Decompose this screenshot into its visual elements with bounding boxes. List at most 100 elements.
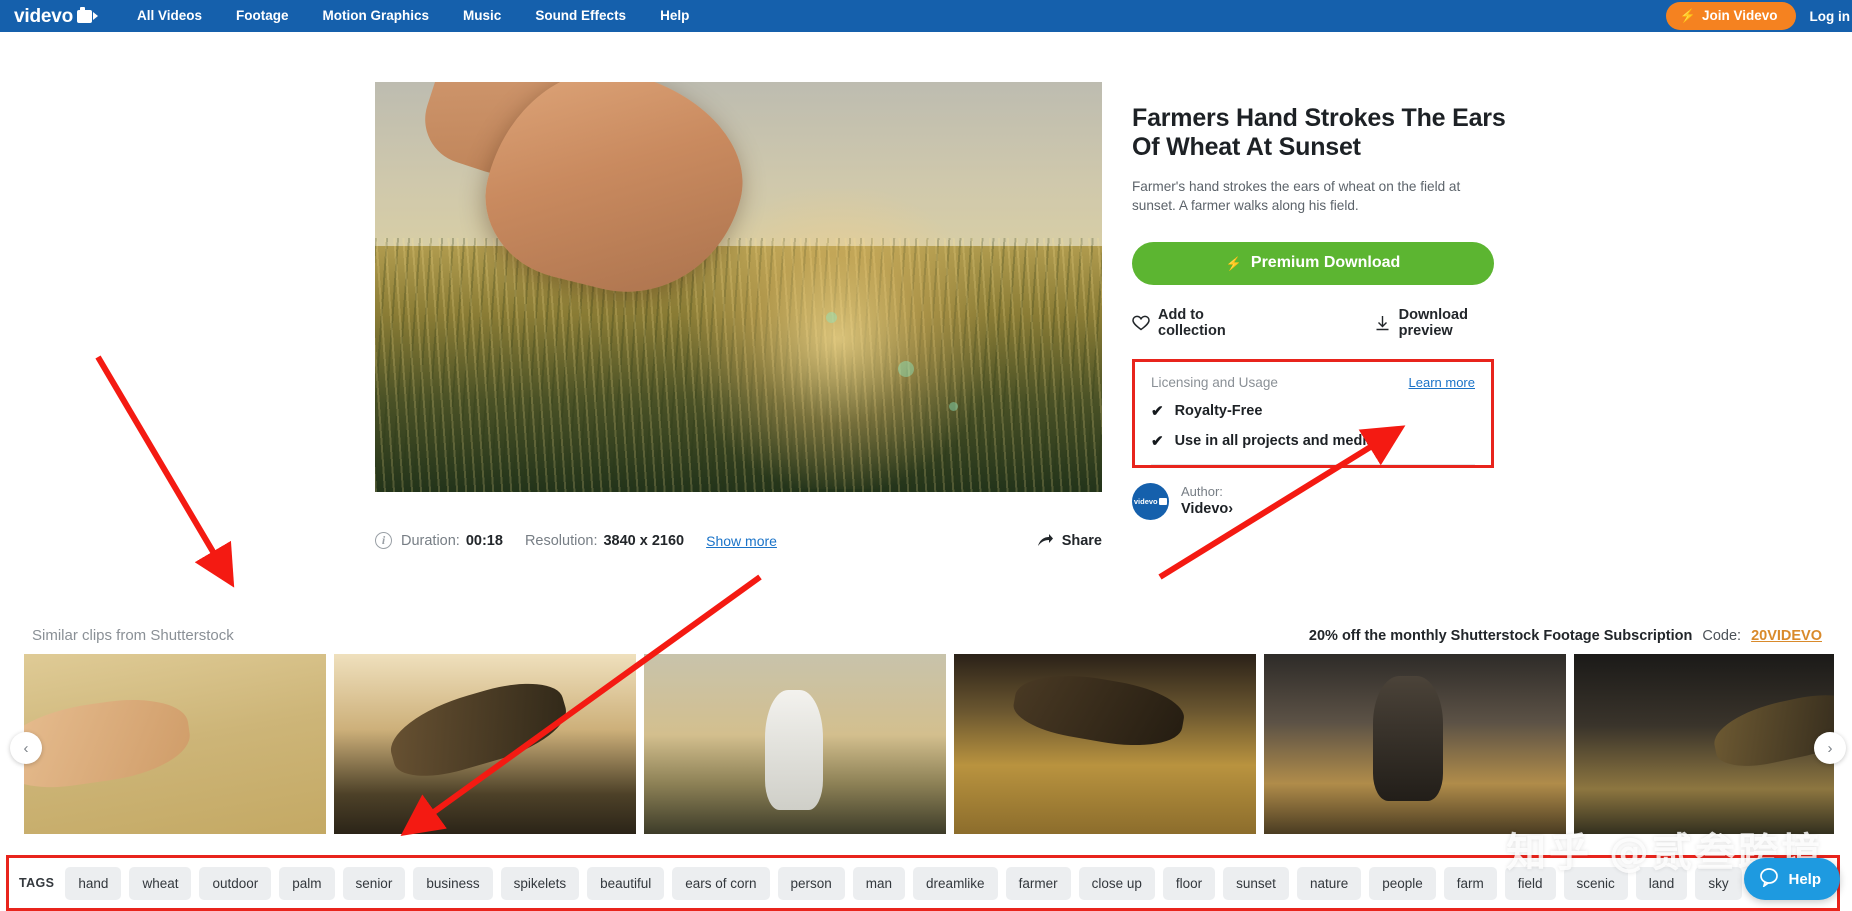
tag-item[interactable]: sky [1695, 867, 1741, 900]
lightning-bolt-icon: ⚡ [1680, 9, 1696, 22]
tag-item[interactable]: farmer [1006, 867, 1071, 900]
avatar-text: videvo [1134, 497, 1158, 506]
video-preview[interactable] [375, 82, 1102, 492]
lightning-bolt-icon: ⚡ [1226, 257, 1242, 270]
duration-value: 00:18 [466, 533, 503, 549]
videvo-avatar-icon: videvo [1132, 483, 1169, 520]
tag-item[interactable]: field [1505, 867, 1556, 900]
page-body: i Duration: 00:18 Resolution: 3840 x 216… [0, 32, 1852, 883]
tag-item[interactable]: people [1369, 867, 1436, 900]
similar-clip-thumbnail[interactable] [1574, 654, 1834, 834]
license-header: Licensing and Usage Learn more [1151, 375, 1475, 390]
tag-item[interactable]: person [778, 867, 845, 900]
login-link[interactable]: Log in [1810, 9, 1852, 24]
promo-code-label: Code: [1702, 628, 1741, 644]
license-heading: Licensing and Usage [1151, 375, 1278, 390]
tag-item[interactable]: farm [1444, 867, 1497, 900]
tag-item[interactable]: man [853, 867, 905, 900]
author-name[interactable]: Videvo› [1181, 500, 1233, 518]
tag-item[interactable]: scenic [1564, 867, 1628, 900]
tag-item[interactable]: wheat [129, 867, 191, 900]
tag-item[interactable]: business [413, 867, 492, 900]
shutterstock-promo: 20% off the monthly Shutterstock Footage… [1309, 628, 1822, 644]
video-metadata-row: i Duration: 00:18 Resolution: 3840 x 216… [375, 532, 1102, 549]
share-button[interactable]: Share [1037, 533, 1102, 549]
similar-clips-carousel[interactable] [24, 654, 1834, 834]
carousel-next-button[interactable]: › [1814, 732, 1846, 764]
similar-clip-thumbnail[interactable] [24, 654, 326, 834]
join-videvo-button[interactable]: ⚡ Join Videvo [1666, 2, 1796, 30]
nav-item-motion-graphics[interactable]: Motion Graphics [306, 0, 447, 32]
similar-clips-header: Similar clips from Shutterstock 20% off … [32, 627, 1822, 644]
video-camera-icon [77, 10, 98, 23]
page-title: Farmers Hand Strokes The Ears Of Wheat A… [1132, 104, 1506, 163]
download-arrow-icon [1375, 315, 1390, 331]
license-item: ✔ Use in all projects and media. [1151, 432, 1475, 450]
lens-flare-1 [826, 312, 837, 323]
clip-detail-panel: Farmers Hand Strokes The Ears Of Wheat A… [1132, 104, 1506, 520]
author-row[interactable]: videvo Author: Videvo› [1132, 483, 1506, 520]
tag-item[interactable]: spikelets [501, 867, 580, 900]
thumb-hand [382, 670, 574, 787]
help-button[interactable]: Help [1744, 858, 1840, 900]
tag-item[interactable]: hand [65, 867, 121, 900]
check-icon: ✔ [1151, 402, 1164, 420]
similar-clip-thumbnail[interactable] [954, 654, 1256, 834]
carousel-prev-button[interactable]: ‹ [10, 732, 42, 764]
download-preview-button[interactable]: Download preview [1375, 307, 1506, 339]
tag-item[interactable]: nature [1297, 867, 1361, 900]
tag-item[interactable]: beautiful [587, 867, 664, 900]
tag-item[interactable]: sunset [1223, 867, 1289, 900]
logo-text: videvo [14, 7, 73, 26]
similar-clip-thumbnail[interactable] [644, 654, 946, 834]
thumb-person [765, 690, 823, 810]
nav-item-footage[interactable]: Footage [219, 0, 306, 32]
show-more-link[interactable]: Show more [706, 533, 777, 549]
chevron-left-icon: ‹ [24, 740, 29, 757]
similar-clip-thumbnail[interactable] [1264, 654, 1566, 834]
duration-label: Duration: [401, 533, 460, 549]
share-label: Share [1062, 533, 1102, 549]
chevron-right-icon: › [1828, 740, 1833, 757]
chevron-right-icon: › [1228, 501, 1233, 517]
promo-code[interactable]: 20VIDEVO [1751, 628, 1822, 644]
premium-download-button[interactable]: ⚡ Premium Download [1132, 242, 1494, 285]
info-icon: i [375, 532, 392, 549]
resolution-value: 3840 x 2160 [603, 533, 684, 549]
tag-item[interactable]: close up [1079, 867, 1155, 900]
videvo-logo[interactable]: videvo [14, 7, 98, 26]
similar-clips-heading: Similar clips from Shutterstock [32, 627, 234, 644]
tag-item[interactable]: senior [343, 867, 406, 900]
license-item: ✔ Royalty-Free [1151, 402, 1475, 420]
clip-description: Farmer's hand strokes the ears of wheat … [1132, 177, 1506, 216]
tag-item[interactable]: outdoor [199, 867, 271, 900]
license-item-label: Use in all projects and media. [1175, 433, 1379, 449]
tags-bar: TAGS hand wheat outdoor palm senior busi… [6, 855, 1840, 911]
top-navigation-bar: videvo All Videos Footage Motion Graphic… [0, 0, 1852, 32]
thumb-hand [1709, 686, 1834, 774]
license-item-label: Royalty-Free [1175, 403, 1263, 419]
add-to-collection-button[interactable]: Add to collection [1132, 307, 1257, 339]
thumb-hand [24, 692, 194, 796]
resolution-label: Resolution: [525, 533, 598, 549]
check-icon: ✔ [1151, 432, 1164, 450]
promo-text: 20% off the monthly Shutterstock Footage… [1309, 628, 1692, 644]
tag-item[interactable]: ears of corn [672, 867, 769, 900]
similar-clip-thumbnail[interactable] [334, 654, 636, 834]
tag-item[interactable]: land [1636, 867, 1688, 900]
divider [1151, 464, 1475, 465]
add-to-collection-label: Add to collection [1158, 307, 1257, 339]
heart-icon [1132, 315, 1149, 331]
nav-item-music[interactable]: Music [446, 0, 518, 32]
learn-more-link[interactable]: Learn more [1409, 375, 1475, 390]
tag-item[interactable]: palm [279, 867, 334, 900]
nav-item-all-videos[interactable]: All Videos [120, 0, 219, 32]
author-label: Author: [1181, 484, 1233, 500]
licensing-and-usage-box: Licensing and Usage Learn more ✔ Royalty… [1132, 359, 1494, 468]
tags-label: TAGS [19, 876, 54, 890]
join-videvo-label: Join Videvo [1702, 8, 1778, 23]
tag-item[interactable]: dreamlike [913, 867, 998, 900]
nav-item-help[interactable]: Help [643, 0, 706, 32]
tag-item[interactable]: floor [1163, 867, 1215, 900]
nav-item-sound-effects[interactable]: Sound Effects [518, 0, 643, 32]
